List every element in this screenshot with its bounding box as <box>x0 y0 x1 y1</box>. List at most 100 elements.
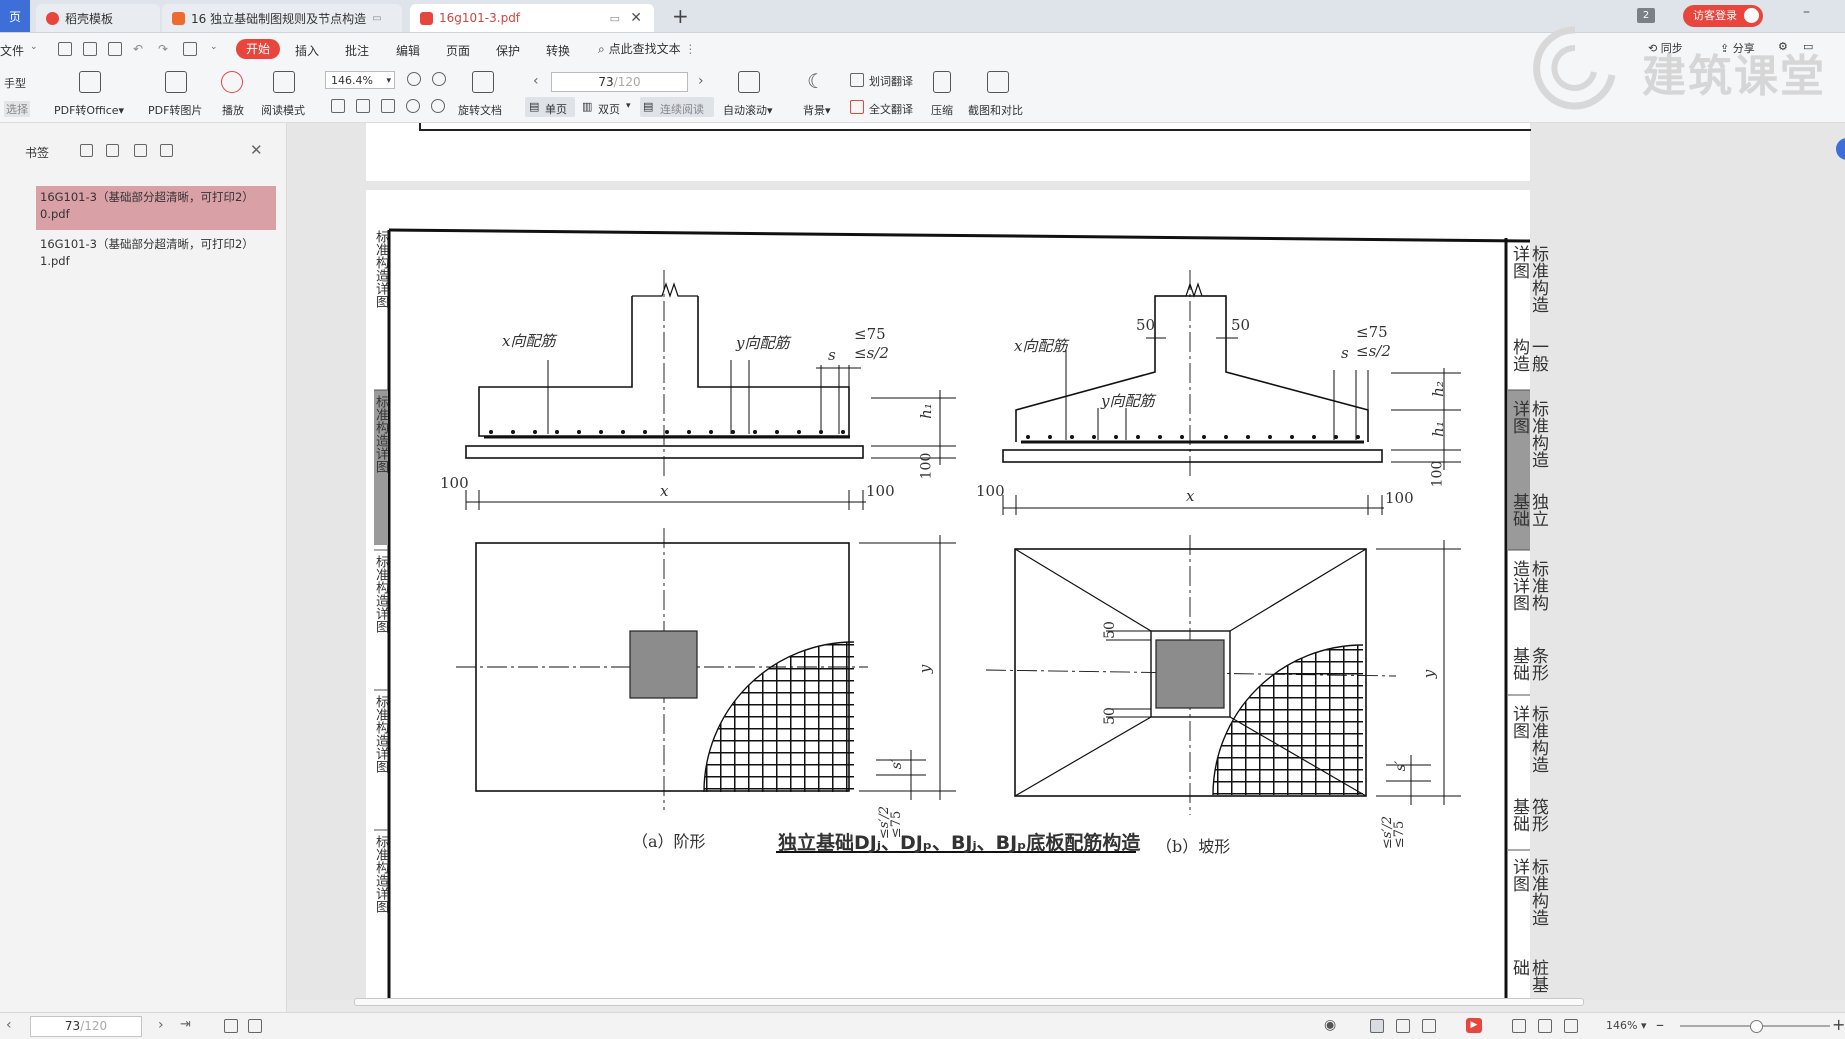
status-zoom-value: 146% <box>1606 1019 1638 1032</box>
prev-page-icon[interactable]: ‹ <box>533 73 539 89</box>
menu-insert[interactable]: 插入 <box>295 42 319 59</box>
right-tab-strip[interactable]: 标准构造详图 条形基础 <box>1509 560 1548 690</box>
tab-doc-rules[interactable]: 16 独立基础制图规则及节点构造 ▭ <box>162 4 402 32</box>
export-icon[interactable] <box>183 42 197 56</box>
tab-home[interactable]: 页 <box>0 0 30 32</box>
continuous-read-button[interactable]: ▤ 连续阅读 <box>640 97 714 117</box>
scrollbar-thumb[interactable] <box>354 998 1584 1006</box>
eye-protect-icon[interactable]: ◉ <box>1324 1017 1336 1033</box>
collapse-all-icon[interactable] <box>106 144 119 157</box>
search-icon: ⌕ <box>598 42 605 56</box>
play-button[interactable]: 播放 <box>222 102 244 118</box>
hand-tool[interactable]: 手型 <box>4 75 26 91</box>
fit-page-icon[interactable] <box>1538 1019 1552 1033</box>
single-page-button[interactable]: ▤ 单页 <box>525 97 575 117</box>
fig-a-column <box>629 630 698 699</box>
zoom-out-icon[interactable]: – <box>1656 1015 1664 1034</box>
side-float-button[interactable] <box>1836 138 1845 160</box>
more-chevron-icon[interactable]: ⌄ <box>210 42 218 52</box>
dim-50-label: 50 <box>1136 316 1156 334</box>
play-icon[interactable]: ▶ <box>1466 1018 1482 1033</box>
fit-page-icon[interactable] <box>356 99 370 113</box>
zoom-in-icon[interactable] <box>432 72 446 86</box>
actual-size-icon[interactable] <box>381 99 395 113</box>
zoom-select[interactable]: 146.4% ▾ <box>325 71 395 89</box>
page-input[interactable]: 73/120 <box>551 72 688 92</box>
open-folder-icon[interactable] <box>58 42 72 56</box>
word-translate-button[interactable]: 划词翻译 <box>869 73 913 89</box>
bookmark-item[interactable]: 16G101-3（基础部分超清晰，可打印2）0.pdf <box>36 186 276 230</box>
status-page-input[interactable]: 73/120 <box>30 1016 142 1037</box>
auto-scroll-button[interactable]: 自动滚动▾ <box>723 102 773 118</box>
background-button[interactable]: 背景▾ <box>803 102 831 118</box>
select-tool[interactable]: 选择 <box>4 101 30 117</box>
screenshot-compare-button[interactable]: 截图和对比 <box>968 102 1023 118</box>
menu-protect[interactable]: 保护 <box>496 42 520 59</box>
horizontal-scrollbar[interactable] <box>296 998 1845 1006</box>
save-icon[interactable] <box>83 42 97 56</box>
tab-active-pdf[interactable]: 16g101-3.pdf ▭ ✕ <box>410 4 654 32</box>
menu-file[interactable]: 文件 <box>0 42 24 59</box>
pdf-to-image-button[interactable]: PDF转图片 <box>148 102 202 118</box>
menu-annotate[interactable]: 批注 <box>345 42 369 59</box>
right-tab-isolated[interactable]: 标准构造详图 独立基础 <box>1509 400 1548 540</box>
right-tab-general[interactable]: 标准构造详图 一般构造 <box>1509 245 1548 385</box>
menu-edit[interactable]: 编辑 <box>396 42 420 59</box>
find-text-box[interactable]: ⌕ 点此查找文本 ⋮ <box>598 40 696 57</box>
word-translate-icon <box>850 73 864 87</box>
menu-convert[interactable]: 转换 <box>546 42 570 59</box>
redo-icon[interactable]: ↷ <box>158 42 168 56</box>
bookmark-item[interactable]: 16G101-3（基础部分超清晰，可打印2）1.pdf <box>36 233 276 273</box>
next-page-icon[interactable]: › <box>698 73 704 89</box>
pdf-to-office-button[interactable]: PDF转Office▾ <box>54 102 124 118</box>
tab-templates[interactable]: 稻壳模板 <box>36 4 160 32</box>
chevron-down-icon[interactable]: ⌄ <box>30 42 38 52</box>
first-page-icon[interactable]: ‹ <box>6 1017 12 1033</box>
fit-width-icon[interactable] <box>331 99 345 113</box>
minimize-icon[interactable]: – <box>1803 4 1810 20</box>
next-page-icon[interactable]: › <box>158 1017 164 1033</box>
expand-all-icon[interactable] <box>80 144 93 157</box>
double-view-icon[interactable] <box>1422 1019 1436 1033</box>
menu-page[interactable]: 页面 <box>446 42 470 59</box>
bookmark-options-icon[interactable] <box>160 144 173 157</box>
add-bookmark-icon[interactable] <box>134 144 147 157</box>
compress-button[interactable]: 压缩 <box>931 102 953 118</box>
status-zoom-select[interactable]: 146% ▾ <box>1606 1019 1646 1032</box>
undo-icon[interactable]: ↶ <box>133 42 143 56</box>
pdf-icon <box>420 11 433 25</box>
search-placeholder: 点此查找文本 <box>608 42 681 56</box>
print-icon[interactable] <box>108 42 122 56</box>
single-view-icon[interactable] <box>1396 1019 1410 1033</box>
fig-b-mesh <box>1212 644 1364 796</box>
continuous-view-icon[interactable] <box>1370 1019 1384 1033</box>
add-page-icon[interactable] <box>224 1019 238 1033</box>
export-page-icon[interactable] <box>248 1019 262 1033</box>
zoom-value: 146.4% <box>331 74 373 87</box>
page-border-line <box>419 123 421 131</box>
new-tab-icon[interactable]: + <box>672 4 689 28</box>
full-screen-icon[interactable] <box>1564 1019 1578 1033</box>
right-tab-pile[interactable]: 标准构造详图 桩基础 <box>1509 858 1548 998</box>
read-mode-button[interactable]: 阅读模式 <box>261 102 305 118</box>
menu-start[interactable]: 开始 <box>236 39 280 59</box>
double-page-button[interactable]: ▥ 双页 ▾ <box>580 97 638 117</box>
rotate-left-icon[interactable] <box>406 99 420 113</box>
full-translate-button[interactable]: 全文翻译 <box>869 101 913 117</box>
more-icon[interactable]: ⋮ <box>684 42 696 56</box>
fit-width-icon[interactable] <box>1512 1019 1526 1033</box>
close-panel-icon[interactable]: ✕ <box>250 141 263 159</box>
last-page-icon[interactable]: ⇥ <box>180 1017 191 1032</box>
rotate-doc-button[interactable]: 旋转文档 <box>458 102 502 118</box>
close-tab-icon[interactable]: ✕ <box>630 10 642 26</box>
zoom-slider[interactable] <box>1680 1020 1830 1033</box>
zoom-out-icon[interactable] <box>407 72 421 86</box>
left-tab-label: 标准构造详图 <box>373 395 388 473</box>
zoom-in-icon[interactable]: + <box>1832 1015 1845 1034</box>
zoom-slider-thumb[interactable] <box>1750 1020 1763 1033</box>
right-tab-raft[interactable]: 标准构造详图 筏形基础 <box>1509 705 1548 845</box>
document-viewport[interactable]: 标准构造详图 标准构造详图 标准构造详图 标准构造详图 标准构造详图 标准构造详… <box>288 123 1845 1006</box>
dim-100-label: 100 <box>1429 460 1446 488</box>
cloud-sync-icon[interactable]: ▭ <box>610 12 620 25</box>
rotate-right-icon[interactable] <box>431 99 445 113</box>
